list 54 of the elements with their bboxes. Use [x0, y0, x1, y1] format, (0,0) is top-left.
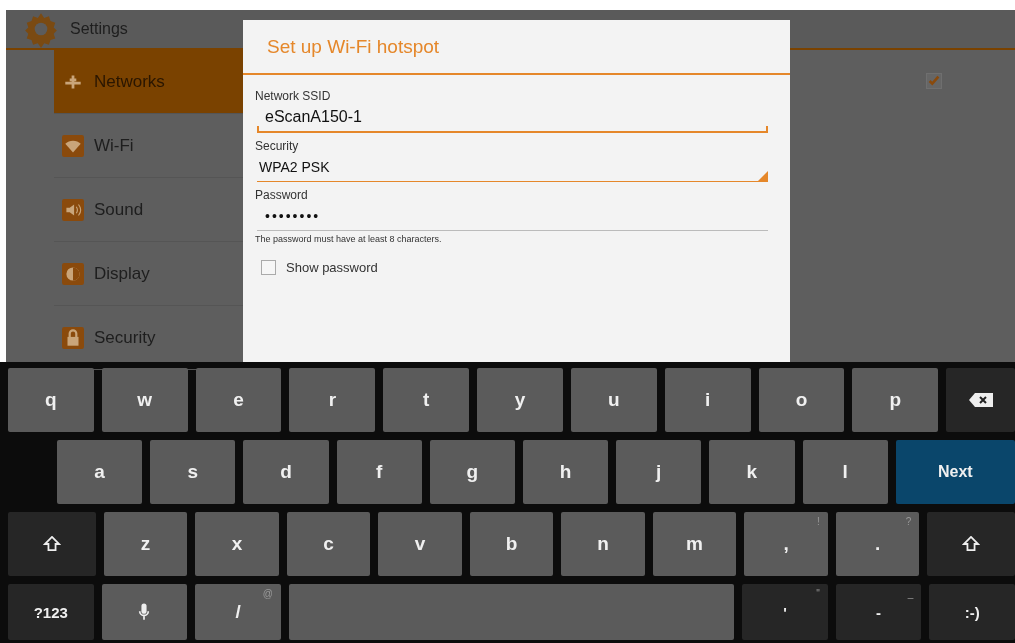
shift-key[interactable] [927, 512, 1015, 576]
security-dropdown[interactable]: WPA2 PSK [257, 153, 768, 182]
key[interactable]: x [195, 512, 279, 576]
key[interactable]: i [664, 368, 751, 432]
shift-icon [962, 536, 981, 552]
key[interactable]: o [758, 368, 845, 432]
field-label: Password [255, 188, 309, 202]
key[interactable]: :-) [929, 584, 1015, 640]
key[interactable]: w [101, 368, 188, 432]
field-label: Security [255, 139, 300, 153]
microphone-key[interactable] [101, 584, 188, 640]
app-title: Settings [70, 20, 128, 38]
key[interactable]: z [103, 512, 188, 576]
key[interactable]: b [469, 512, 554, 576]
key[interactable]: h [522, 440, 609, 504]
key[interactable]: j [616, 440, 702, 504]
key[interactable]: q [8, 368, 94, 432]
key[interactable]: y [477, 368, 563, 432]
key[interactable]: n [561, 512, 645, 576]
checkbox-label: Show password [286, 260, 378, 275]
key[interactable]: t [383, 368, 470, 432]
lock-icon [62, 326, 84, 349]
key[interactable]: f [336, 440, 422, 504]
key[interactable]: l [802, 440, 888, 504]
checkbox[interactable] [261, 260, 276, 275]
speaker-icon [62, 198, 84, 221]
shift-key[interactable] [8, 512, 96, 576]
key[interactable]: e [195, 368, 282, 432]
key[interactable]: ?123 [8, 584, 94, 640]
next-key[interactable]: Next [895, 440, 1015, 504]
hint-text: The password must have at least 8 characters. [255, 234, 443, 244]
password-field[interactable]: •••••••• [257, 202, 768, 231]
key[interactable]: k [709, 440, 795, 504]
key[interactable]: g [429, 440, 515, 504]
key[interactable]: m [652, 512, 737, 576]
key[interactable]: c [286, 512, 371, 576]
shift-icon [42, 536, 61, 552]
key[interactable]: a [57, 440, 143, 504]
brightness-icon [62, 262, 84, 285]
key[interactable]: u [570, 368, 657, 432]
ssid-field[interactable]: eScanA150-1 [257, 103, 768, 133]
key[interactable]: s [150, 440, 236, 504]
dialog-title: Set up Wi-Fi hotspot [243, 20, 790, 75]
wifi-icon [62, 134, 84, 157]
backspace-key[interactable] [946, 368, 1015, 432]
space-key[interactable] [288, 584, 735, 640]
backspace-icon [967, 393, 994, 407]
key[interactable]: r [289, 368, 376, 432]
microphone-icon [138, 602, 151, 622]
key[interactable]: d [243, 440, 329, 504]
field-label: Network SSID [255, 89, 332, 103]
key[interactable]: p [852, 368, 939, 432]
key[interactable]: v [378, 512, 462, 576]
checkbox[interactable] [926, 73, 942, 89]
